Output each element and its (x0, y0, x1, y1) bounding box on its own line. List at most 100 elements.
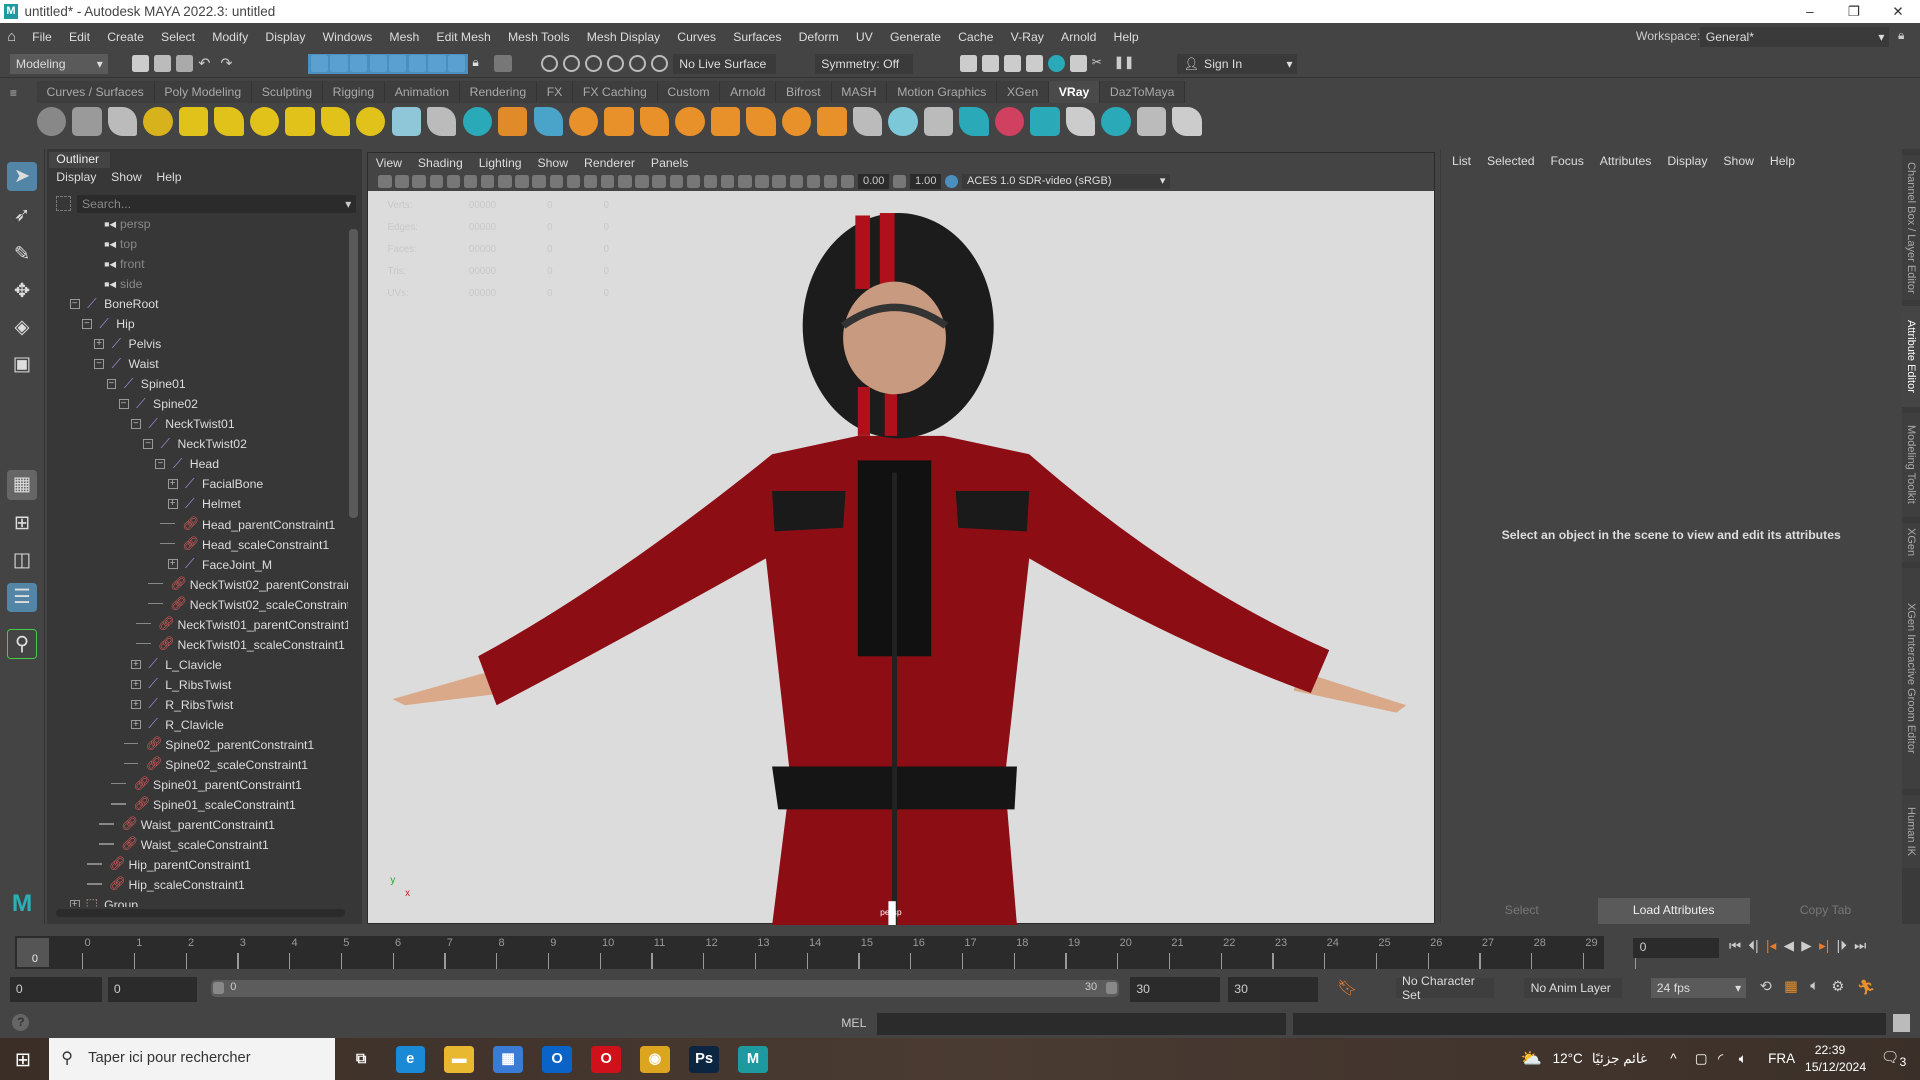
wifi-icon[interactable]: ◜ (1718, 1038, 1723, 1080)
outliner-item-waist[interactable]: − ⟋ Waist (47, 354, 348, 374)
vray-light-rect-icon[interactable] (178, 106, 209, 136)
taskbar-file-explorer-icon[interactable]: ▬ (444, 1045, 474, 1073)
outliner-menu-show[interactable]: Show (111, 170, 142, 184)
shelf-tab-rendering[interactable]: Rendering (459, 80, 537, 103)
light-editor-icon[interactable]: ✂ (1092, 55, 1109, 72)
menu-curves[interactable]: Curves (669, 30, 725, 44)
exposure-field[interactable]: 0.00 (858, 174, 890, 189)
taskbar-ms-store-icon[interactable]: ▦ (493, 1045, 523, 1073)
shelf-menu-icon[interactable]: ≡ (10, 86, 17, 100)
taskbar-search-input[interactable]: ⚲ Taper ici pour rechercher (48, 1038, 336, 1080)
step-back-frame-icon[interactable]: ⏴| (1748, 938, 1758, 954)
load-attributes-button[interactable]: Load Attributes (1597, 897, 1750, 925)
vray-toon-icon[interactable] (923, 106, 954, 136)
vray-asset-editor-icon[interactable] (36, 106, 67, 136)
vray-shader-icon[interactable] (781, 106, 812, 136)
weather-temperature[interactable]: 12°C (1553, 1038, 1583, 1080)
expand-icon[interactable]: + (167, 499, 178, 510)
sound-icon[interactable]: 🔈︎ (1810, 978, 1819, 996)
menu-mesh-display[interactable]: Mesh Display (578, 30, 669, 44)
outliner-item-hip-scaleconstraint1[interactable]: 🔗︎ Hip_scaleConstraint1 (47, 875, 348, 895)
gate-mask-icon[interactable] (532, 174, 546, 189)
loop-icon[interactable]: ⟲ (1760, 978, 1772, 996)
select-curves-icon[interactable] (350, 55, 368, 73)
outliner-item-necktwist02-parentconstraint[interactable]: 🔗︎ NeckTwist02_parentConstraint (47, 575, 348, 595)
shelf-tab-motion-graphics[interactable]: Motion Graphics (887, 80, 998, 103)
xray-icon[interactable] (772, 174, 786, 189)
outliner-item-waist-parentconstraint1[interactable]: 🔗︎ Waist_parentConstraint1 (47, 815, 348, 835)
isolate-select-icon[interactable] (755, 174, 769, 189)
snap-grid-icon[interactable] (540, 55, 559, 73)
playback-start-field[interactable]: 0 (107, 977, 198, 1002)
highlight-selection-icon[interactable] (494, 55, 512, 73)
range-start-handle[interactable] (213, 982, 225, 995)
outliner-item-helmet[interactable]: + ⟋ Helmet (47, 494, 348, 514)
menu-file[interactable]: File (24, 30, 61, 44)
four-view-layout-icon[interactable]: ⊞ (7, 509, 36, 538)
open-scene-icon[interactable] (154, 55, 172, 73)
side-tab-xgen[interactable]: XGen (1901, 522, 1920, 563)
attr-menu-show[interactable]: Show (1723, 154, 1754, 168)
vray-render-icon[interactable] (107, 106, 138, 136)
outliner-item-hip-parentconstraint1[interactable]: 🔗︎ Hip_parentConstraint1 (47, 855, 348, 875)
attr-menu-help[interactable]: Help (1770, 154, 1795, 168)
time-slider[interactable]: 0 1 2 3 4 5 6 7 8 9 10 11 12 13 14 15 16 17 18 19 20 21 22 23 24… (0, 930, 1920, 970)
shelf-tab-xgen[interactable]: XGen (997, 80, 1049, 103)
viewport-menu-renderer[interactable]: Renderer (584, 156, 635, 170)
film-gate-icon[interactable] (498, 174, 512, 189)
lock-icon[interactable]: 🔒︎ (1898, 28, 1905, 43)
copy-tab-button[interactable]: Copy Tab (1750, 898, 1902, 925)
vray-blend-icon[interactable] (888, 106, 918, 136)
outliner-item-r-ribstwist[interactable]: + ⟋ R_RibsTwist (47, 695, 348, 715)
animation-preferences-icon[interactable]: ⚙ (1831, 978, 1844, 996)
windows-start-icon[interactable]: ⊞ (15, 1048, 31, 1072)
anti-aliasing-icon[interactable] (738, 174, 752, 189)
tray-overflow-icon[interactable]: ^ (1670, 1038, 1676, 1080)
volume-icon[interactable]: 🔈︎ (1739, 1038, 1747, 1080)
2d-pan-zoom-icon[interactable] (446, 174, 461, 189)
playback-end-field[interactable]: 30 (1130, 977, 1220, 1002)
side-tab-channel-box-layer-editor[interactable]: Channel Box / Layer Editor (1901, 155, 1920, 300)
color-space-dropdown[interactable]: ACES 1.0 SDR-video (sRGB) ▾ (962, 174, 1171, 189)
shelf-tab-fx-caching[interactable]: FX Caching (573, 80, 658, 103)
wireframe-icon[interactable] (600, 174, 615, 189)
range-end-handle[interactable] (1105, 982, 1117, 995)
vray-user-icon[interactable] (1065, 106, 1096, 136)
taskbar-photoshop-icon[interactable]: Ps (689, 1045, 719, 1073)
outliner-item-top[interactable]: ■◀ top (47, 234, 348, 254)
lock-selection-icon[interactable]: 🔒︎ (472, 55, 489, 72)
vray-displacement-icon[interactable] (604, 106, 634, 136)
command-input[interactable] (876, 1012, 1286, 1035)
field-chart-icon[interactable] (549, 174, 563, 189)
camera-icon[interactable]: ▢ (1695, 1038, 1708, 1080)
outliner-item-spine01-parentconstraint1[interactable]: 🔗︎ Spine01_parentConstraint1 (47, 775, 348, 795)
shelf-tab-daztomaya[interactable]: DazToMaya (1100, 80, 1186, 103)
expand-icon[interactable]: + (131, 659, 141, 670)
gamma-icon[interactable] (892, 174, 907, 189)
viewport-menu-lighting[interactable]: Lighting (479, 156, 522, 170)
collapse-icon[interactable]: − (118, 399, 129, 410)
shelf-tab-poly-modeling[interactable]: Poly Modeling (154, 80, 252, 103)
save-scene-icon[interactable] (176, 55, 194, 73)
filter-icon[interactable] (56, 195, 71, 211)
redo-icon[interactable]: ↷ (220, 55, 237, 72)
language-indicator[interactable]: FRA (1768, 1038, 1795, 1080)
vray-settings-icon[interactable] (852, 106, 883, 136)
collapse-icon[interactable]: − (82, 319, 92, 330)
color-management-icon[interactable] (945, 174, 959, 189)
outliner-item-necktwist02-scaleconstraint1[interactable]: 🔗︎ NeckTwist02_scaleConstraint1 (47, 595, 348, 615)
sign-in-dropdown[interactable]: 👤︎ Sign In ▾ (1177, 53, 1298, 74)
outliner-item-pelvis[interactable]: + ⟋ Pelvis (47, 334, 348, 354)
vray-import-icon[interactable] (959, 106, 989, 136)
outliner-item-facialbone[interactable]: + ⟋ FacialBone (47, 474, 348, 494)
viewport-persp[interactable]: View Shading Lighting Show Renderer Panels 0.… (367, 151, 1436, 926)
select-misc-icon[interactable] (447, 55, 466, 73)
render-current-frame-icon[interactable] (959, 55, 977, 73)
outliner-item-facejoint-m[interactable]: + ⟋ FaceJoint_M (47, 555, 348, 575)
menu-display[interactable]: Display (257, 30, 314, 44)
menu-deform[interactable]: Deform (790, 30, 847, 44)
select-deformations-icon[interactable] (389, 55, 407, 73)
outliner-item-front[interactable]: ■◀ front (47, 254, 348, 274)
live-surface-field[interactable]: No Live Surface (673, 53, 776, 74)
hud-toggle-icon[interactable] (840, 174, 855, 189)
